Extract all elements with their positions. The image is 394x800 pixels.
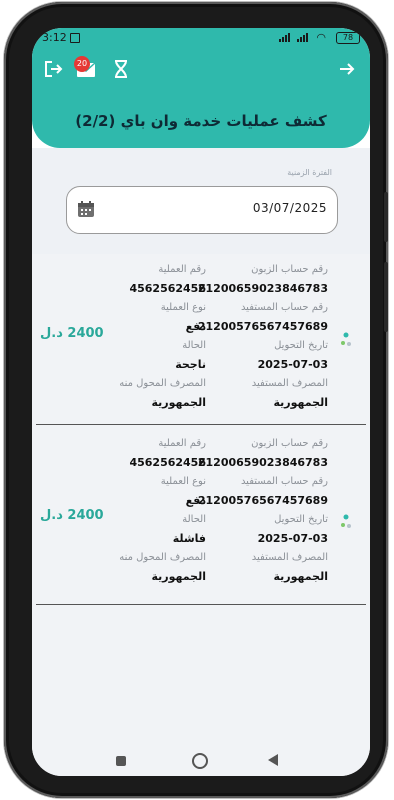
- back-icon[interactable]: [268, 754, 278, 766]
- source-bank-value: الجمهورية: [151, 396, 207, 409]
- date-value: 03/07/2025: [252, 201, 327, 215]
- arrow-right-icon[interactable]: [338, 60, 356, 83]
- operation-type-value: دفع: [185, 494, 206, 507]
- status-label: الحالة: [182, 340, 206, 351]
- screen: 3:12 ◠ 78 20 كشف عمليات خدمة وان باي (2/…: [32, 28, 370, 776]
- beneficiary-account-value: 21200576567457689: [197, 494, 328, 507]
- card-divider: [36, 604, 366, 605]
- status-time: 3:12: [42, 31, 67, 44]
- beneficiary-bank-label: المصرف المستفيد: [251, 378, 328, 389]
- operation-type-value: دفع: [185, 320, 206, 333]
- status-bar: 3:12 ◠ 78: [32, 28, 370, 48]
- transfer-date-label: تاريخ التحويل: [274, 514, 328, 525]
- beneficiary-bank-value: الجمهورية: [273, 570, 329, 583]
- sim-icon: [70, 33, 80, 43]
- power-button: [384, 262, 388, 332]
- signal-icon-2: [297, 32, 308, 42]
- system-nav-bar: [32, 750, 370, 776]
- status-value: فاشلة: [172, 532, 206, 545]
- source-bank-label: المصرف المحول منه: [119, 378, 206, 389]
- beneficiary-bank-label: المصرف المستفيد: [251, 552, 328, 563]
- beneficiary-bank-value: الجمهورية: [273, 396, 329, 409]
- volume-button: [384, 192, 388, 242]
- filter-section: الفترة الزمنية 03/07/2025: [32, 148, 370, 254]
- amount-value: 2400 د.ل: [40, 508, 104, 523]
- transfer-date-value: 2025-07-03: [257, 358, 328, 371]
- status-label: الحالة: [182, 514, 206, 525]
- amount-value: 2400 د.ل: [40, 326, 104, 341]
- customer-account-label: رقم حساب الزبون: [251, 264, 328, 275]
- app-header: 20 كشف عمليات خدمة وان باي (2/2): [32, 48, 370, 148]
- card-divider: [36, 424, 366, 425]
- operation-number-label: رقم العملية: [158, 264, 206, 275]
- operation-number-value: 4562562456: [129, 456, 206, 469]
- date-picker-field[interactable]: 03/07/2025: [66, 186, 338, 234]
- phone-frame: 3:12 ◠ 78 20 كشف عمليات خدمة وان باي (2/…: [4, 2, 388, 798]
- transfer-date-label: تاريخ التحويل: [274, 340, 328, 351]
- calendar-icon[interactable]: [77, 200, 95, 218]
- signal-icon: [279, 32, 290, 42]
- transactions-list[interactable]: رقم حساب الزبون رقم العملية 212006590238…: [32, 254, 370, 750]
- customer-account-value: 21200659023846783: [197, 282, 328, 295]
- transaction-card[interactable]: رقم حساب الزبون رقم العملية 212006590238…: [32, 254, 370, 426]
- status-value: ناجحة: [175, 358, 206, 371]
- status-dots-icon: [340, 332, 352, 348]
- source-bank-value: الجمهورية: [151, 570, 207, 583]
- wifi-icon: ◠: [316, 31, 326, 44]
- operation-type-label: نوع العملية: [160, 302, 206, 313]
- transaction-card[interactable]: رقم حساب الزبون رقم العملية 212006590238…: [32, 438, 370, 610]
- beneficiary-account-label: رقم حساب المستفيد: [240, 476, 328, 487]
- operation-number-value: 4562562456: [129, 282, 206, 295]
- source-bank-label: المصرف المحول منه: [119, 552, 206, 563]
- operation-type-label: نوع العملية: [160, 476, 206, 487]
- status-dots-icon: [340, 514, 352, 530]
- battery-level: 78: [342, 33, 354, 42]
- operation-number-label: رقم العملية: [158, 438, 206, 449]
- beneficiary-account-label: رقم حساب المستفيد: [240, 302, 328, 313]
- beneficiary-account-value: 21200576567457689: [197, 320, 328, 333]
- home-icon[interactable]: [192, 753, 208, 769]
- notification-badge: 20: [74, 56, 90, 72]
- recent-apps-icon[interactable]: [116, 756, 126, 766]
- battery-icon: 78: [336, 32, 360, 44]
- transfer-date-value: 2025-07-03: [257, 532, 328, 545]
- hourglass-icon[interactable]: [114, 60, 128, 83]
- logout-icon[interactable]: [44, 60, 64, 83]
- period-label: الفترة الزمنية: [287, 168, 332, 177]
- customer-account-value: 21200659023846783: [197, 456, 328, 469]
- customer-account-label: رقم حساب الزبون: [251, 438, 328, 449]
- page-title: كشف عمليات خدمة وان باي (2/2): [75, 112, 327, 130]
